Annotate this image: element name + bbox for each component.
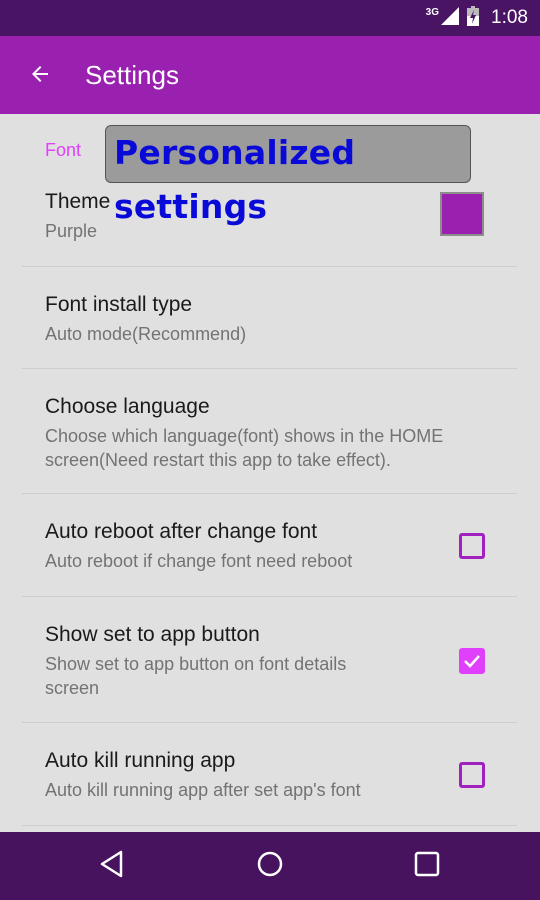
pref-title: Auto kill running app xyxy=(45,749,236,772)
pref-choose-language[interactable]: Choose language Choose which language(fo… xyxy=(22,369,517,494)
nav-back-button[interactable] xyxy=(90,846,134,886)
pref-title: Choose language xyxy=(45,395,210,418)
settings-list[interactable]: Font Personalized settings Theme Purple … xyxy=(0,114,540,832)
category-header-font: Font xyxy=(45,140,82,160)
annotation-banner: Personalized settings xyxy=(105,125,471,226)
status-bar: 3G 1:08 xyxy=(0,0,540,36)
pref-title: Font install type xyxy=(45,293,193,316)
nav-home-button[interactable] xyxy=(248,846,292,886)
app-bar: Settings xyxy=(0,36,540,114)
pref-summary: Auto mode(Recommend) xyxy=(45,324,247,344)
show-set-to-app-checkbox[interactable] xyxy=(459,648,485,674)
page-title: Settings xyxy=(85,60,179,90)
nav-home-icon xyxy=(256,850,284,883)
pref-summary: Auto kill running app after set app's fo… xyxy=(45,780,361,800)
back-button[interactable] xyxy=(20,56,60,96)
pref-auto-kill-running-app[interactable]: Auto kill running app Auto kill running … xyxy=(22,723,517,826)
system-nav-bar xyxy=(0,832,540,900)
clock: 1:08 xyxy=(491,7,528,28)
pref-theme[interactable]: Theme Purple xyxy=(22,176,517,267)
theme-color-swatch xyxy=(440,192,484,236)
pref-summary: Auto reboot if change font need reboot xyxy=(45,551,353,571)
status-icons: 3G 1:08 xyxy=(426,0,528,36)
auto-reboot-checkbox[interactable] xyxy=(459,533,485,559)
pref-show-set-to-app-button[interactable]: Show set to app button Show set to app b… xyxy=(22,597,517,723)
pref-font-install-type[interactable]: Font install type Auto mode(Recommend) xyxy=(22,267,517,369)
arrow-back-icon xyxy=(28,62,52,91)
battery-charging-icon xyxy=(467,5,480,31)
pref-title: Auto reboot after change font xyxy=(45,520,318,543)
nav-back-icon xyxy=(99,850,125,883)
pref-title: Theme xyxy=(45,190,111,213)
cellular-signal-icon xyxy=(441,6,460,30)
auto-kill-checkbox[interactable] xyxy=(459,762,485,788)
pref-summary: Purple xyxy=(45,221,98,241)
pref-title: Show set to app button xyxy=(45,623,260,646)
pref-summary: Show set to app button on font details s… xyxy=(45,654,347,698)
nav-recents-button[interactable] xyxy=(405,846,449,886)
nav-recents-icon xyxy=(414,851,440,882)
network-type-label: 3G xyxy=(425,6,440,18)
pref-summary: Choose which language(font) shows in the… xyxy=(45,426,444,470)
pref-auto-reboot[interactable]: Auto reboot after change font Auto reboo… xyxy=(22,494,517,597)
